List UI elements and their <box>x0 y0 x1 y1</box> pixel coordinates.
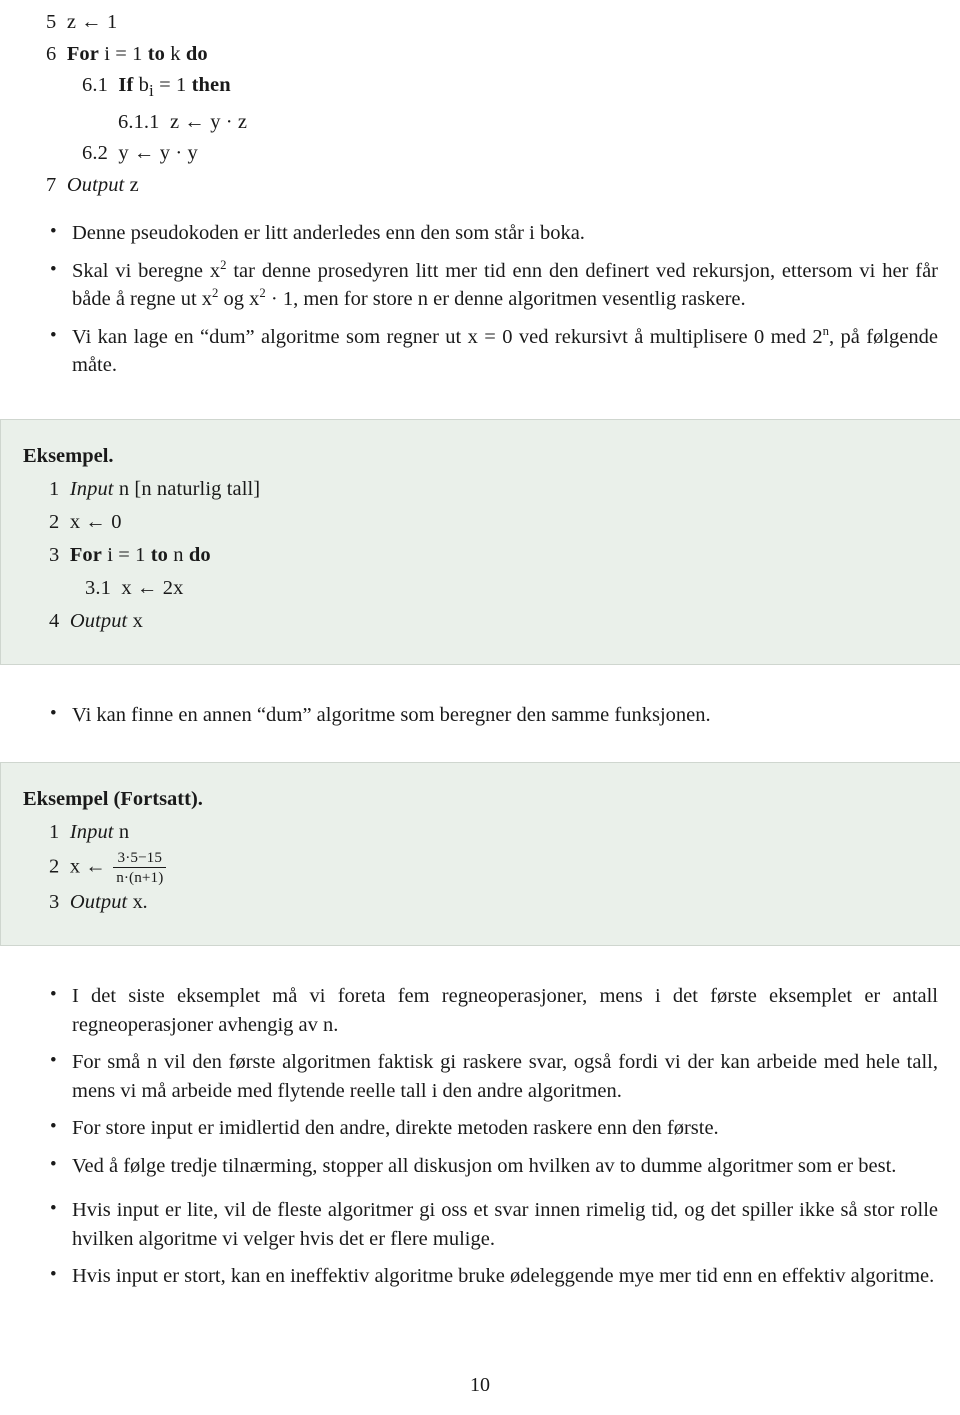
pseudocode-line: 7 Output z <box>46 173 139 196</box>
list-item: Ved å følge tredje tilnærming, stopper a… <box>42 1151 938 1181</box>
example-box-2: Eksempel (Fortsatt). 1 Input n 2 x ← 3·5… <box>0 762 960 947</box>
pseudocode-line: 3 For i = 1 to n do <box>49 543 211 566</box>
list-item: For store input er imidlertid den andre,… <box>42 1113 938 1143</box>
pseudocode-line: 3.1 x ← 2x <box>85 576 184 599</box>
list-item: I det siste eksemplet må vi foreta fem r… <box>42 981 938 1039</box>
list-item: For små n vil den første algoritmen fakt… <box>42 1047 938 1105</box>
example-title: Eksempel. <box>23 444 114 467</box>
bullet-text: Hvis input er stort, kan en ineffektiv a… <box>72 1265 935 1288</box>
fraction: 3·5−15 n·(n+1) <box>113 849 167 887</box>
bullet-text: Vi kan finne en annen “dum” algoritme so… <box>72 703 711 726</box>
bullet-list-top-wrapper: Denne pseudokoden er litt anderledes enn… <box>0 218 960 380</box>
document-page: 5 z ← 1 6 For i = 1 to k do 6.1 If bi = … <box>0 0 960 1415</box>
fraction-denominator: n·(n+1) <box>116 869 164 887</box>
bullet-list-middle: Vi kan finne en annen “dum” algoritme so… <box>42 700 938 730</box>
page-number: 10 <box>470 1374 490 1396</box>
bullet-text: For små n vil den første algoritmen fakt… <box>72 1051 938 1102</box>
example-title: Eksempel (Fortsatt). <box>23 788 203 811</box>
pseudocode-line: 3 Output x. <box>49 891 149 914</box>
list-item: Vi kan finne en annen “dum” algoritme so… <box>42 700 938 730</box>
bullet-text: Denne pseudokoden er litt anderledes enn… <box>72 222 585 245</box>
list-item: Hvis input er lite, vil de fleste algori… <box>42 1195 938 1253</box>
example-pseudocode-2: 1 Input n 2 x ← 3·5−15 n·(n+1) 3 Output … <box>1 816 960 919</box>
example-box-1: Eksempel. 1 Input n [n naturlig tall] 2 … <box>0 418 960 665</box>
pseudocode-line: 4 Output x <box>49 609 143 632</box>
bullet-middle-wrapper: Vi kan finne en annen “dum” algoritme so… <box>0 700 960 730</box>
pseudocode-block-top: 5 z ← 1 6 For i = 1 to k do 6.1 If bi = … <box>0 0 960 201</box>
bullet-text: Ved å følge tredje tilnærming, stopper a… <box>72 1154 897 1177</box>
bullet-list-top: Denne pseudokoden er litt anderledes enn… <box>42 218 938 380</box>
bullet-text: Hvis input er lite, vil de fleste algori… <box>72 1199 938 1250</box>
fraction-numerator: 3·5−15 <box>113 849 167 869</box>
bullet-text: For store input er imidlertid den andre,… <box>72 1117 719 1140</box>
list-item: Hvis input er stort, kan en ineffektiv a… <box>42 1261 938 1291</box>
pseudocode-line: 6 For i = 1 to k do <box>46 42 208 65</box>
list-item: Vi kan lage en “dum” algoritme som regne… <box>42 322 938 380</box>
bullet-text: I det siste eksemplet må vi foreta fem r… <box>72 985 938 1036</box>
pseudocode-line: 1 Input n <box>49 821 130 844</box>
pseudocode-line: 2 x ← 0 <box>49 510 122 533</box>
list-item: Denne pseudokoden er litt anderledes enn… <box>42 218 938 248</box>
pseudocode-line-fraction: 2 x ← 3·5−15 n·(n+1) <box>49 849 960 886</box>
pseudocode-line: 1 Input n [n naturlig tall] <box>49 477 261 500</box>
bullet-list-bottom-wrapper: I det siste eksemplet må vi foreta fem r… <box>0 981 960 1291</box>
bullet-list-bottom: I det siste eksemplet må vi foreta fem r… <box>42 981 938 1291</box>
pseudocode-line: 6.1 If bi = 1 then <box>82 74 231 101</box>
pseudocode-line: 6.2 y ← y · y <box>82 142 198 165</box>
pseudocode-line: 6.1.1 z ← y · z <box>118 110 248 133</box>
example-pseudocode-1: 1 Input n [n naturlig tall] 2 x ← 0 3 Fo… <box>1 473 960 638</box>
list-item: Skal vi beregne x2 tar denne prosedyren … <box>42 256 938 314</box>
pseudocode-line: 5 z ← 1 <box>46 11 118 33</box>
